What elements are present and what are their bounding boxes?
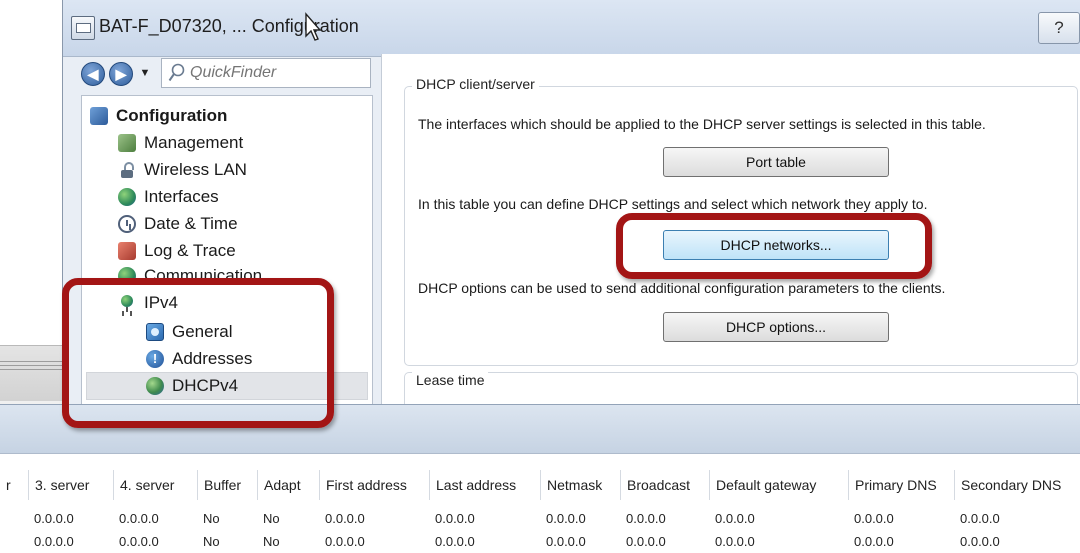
tree-item-label: Wireless LAN — [144, 160, 247, 179]
table-cell: 0.0.0.0 — [119, 534, 159, 549]
dhcp-networks-description: In this table you can define DHCP settin… — [418, 196, 928, 212]
table-cell: 0.0.0.0 — [34, 534, 74, 549]
table-cell: 0.0.0.0 — [960, 534, 1000, 549]
tree-item-interfaces[interactable]: Interfaces — [118, 185, 219, 209]
table-cell: 0.0.0.0 — [715, 511, 755, 526]
group-title: Lease time — [412, 372, 489, 388]
port-table-button[interactable]: Port table — [663, 147, 889, 177]
table-cell: 0.0.0.0 — [626, 534, 666, 549]
tree-item-label: Configuration — [116, 106, 228, 125]
table-cell: 0.0.0.0 — [435, 511, 475, 526]
table-cell: 0.0.0.0 — [960, 511, 1000, 526]
group-title: DHCP client/server — [412, 76, 539, 92]
quickfinder-box[interactable] — [161, 58, 371, 88]
history-dropdown-button[interactable]: ▼ — [137, 63, 153, 83]
table-cell: No — [203, 511, 220, 526]
highlight-dhcp-networks — [616, 213, 932, 279]
tree-item-label: Interfaces — [144, 187, 219, 206]
column-header[interactable]: Secondary DNS — [954, 470, 1080, 500]
highlight-ipv4-tree — [62, 278, 334, 428]
table-cell: No — [263, 511, 280, 526]
wireless-lan-icon — [118, 161, 136, 179]
port-table-description: The interfaces which should be applied t… — [418, 116, 986, 132]
column-header[interactable]: Last address — [429, 470, 540, 500]
dhcp-options-description: DHCP options can be used to send additio… — [418, 280, 946, 296]
back-button[interactable]: ◀ — [81, 62, 105, 86]
table-cell: 0.0.0.0 — [325, 534, 365, 549]
tree-item-label: Date & Time — [144, 214, 238, 233]
column-header[interactable]: Netmask — [540, 470, 620, 500]
log-icon — [118, 242, 136, 260]
column-header[interactable]: 4. server — [113, 470, 197, 500]
table-cell: 0.0.0.0 — [119, 511, 159, 526]
table-cell: 0.0.0.0 — [546, 511, 586, 526]
table-cell: 0.0.0.0 — [325, 511, 365, 526]
interfaces-icon — [118, 188, 136, 206]
table-cell: 0.0.0.0 — [854, 534, 894, 549]
background-window-edge — [0, 345, 62, 401]
configuration-icon — [90, 107, 108, 125]
title-bar[interactable]: BAT-F_D07320, ... Configuration ? — [63, 0, 1080, 57]
table-cell: No — [263, 534, 280, 549]
tree-item-label: Management — [144, 133, 244, 152]
column-header[interactable]: Broadcast — [620, 470, 709, 500]
table-cell: No — [203, 534, 220, 549]
table-cell: 0.0.0.0 — [546, 534, 586, 549]
management-icon — [118, 134, 136, 152]
tree-item-management[interactable]: Management — [118, 131, 243, 155]
clock-icon — [118, 215, 136, 233]
help-button[interactable]: ? — [1038, 12, 1080, 44]
arrow-right-icon: ▶ — [115, 66, 127, 82]
tree-item-label: Log & Trace — [144, 241, 236, 260]
table-cell: 0.0.0.0 — [626, 511, 666, 526]
table-cell: 0.0.0.0 — [34, 511, 74, 526]
column-header[interactable]: Buffer — [197, 470, 257, 500]
arrow-left-icon: ◀ — [87, 66, 99, 82]
column-header[interactable]: r — [0, 470, 30, 500]
app-window-icon — [71, 16, 95, 40]
tree-item-configuration[interactable]: Configuration — [90, 104, 227, 128]
tree-item-wireless-lan[interactable]: Wireless LAN — [118, 158, 247, 182]
dhcp-options-button[interactable]: DHCP options... — [663, 312, 889, 342]
background-window — [0, 0, 62, 400]
mouse-cursor-icon — [305, 12, 321, 41]
quickfinder-input[interactable] — [190, 61, 365, 85]
table-cell: 0.0.0.0 — [715, 534, 755, 549]
column-header[interactable]: First address — [319, 470, 429, 500]
column-header[interactable]: 3. server — [28, 470, 113, 500]
column-header[interactable]: Primary DNS — [848, 470, 954, 500]
table-cell: 0.0.0.0 — [854, 511, 894, 526]
search-icon — [168, 63, 185, 82]
tree-item-date-time[interactable]: Date & Time — [118, 212, 238, 236]
forward-button[interactable]: ▶ — [109, 62, 133, 86]
column-header[interactable]: Adapt — [257, 470, 319, 500]
column-header[interactable]: Default gateway — [709, 470, 848, 500]
table-cell: 0.0.0.0 — [435, 534, 475, 549]
tree-item-log-trace[interactable]: Log & Trace — [118, 239, 236, 263]
